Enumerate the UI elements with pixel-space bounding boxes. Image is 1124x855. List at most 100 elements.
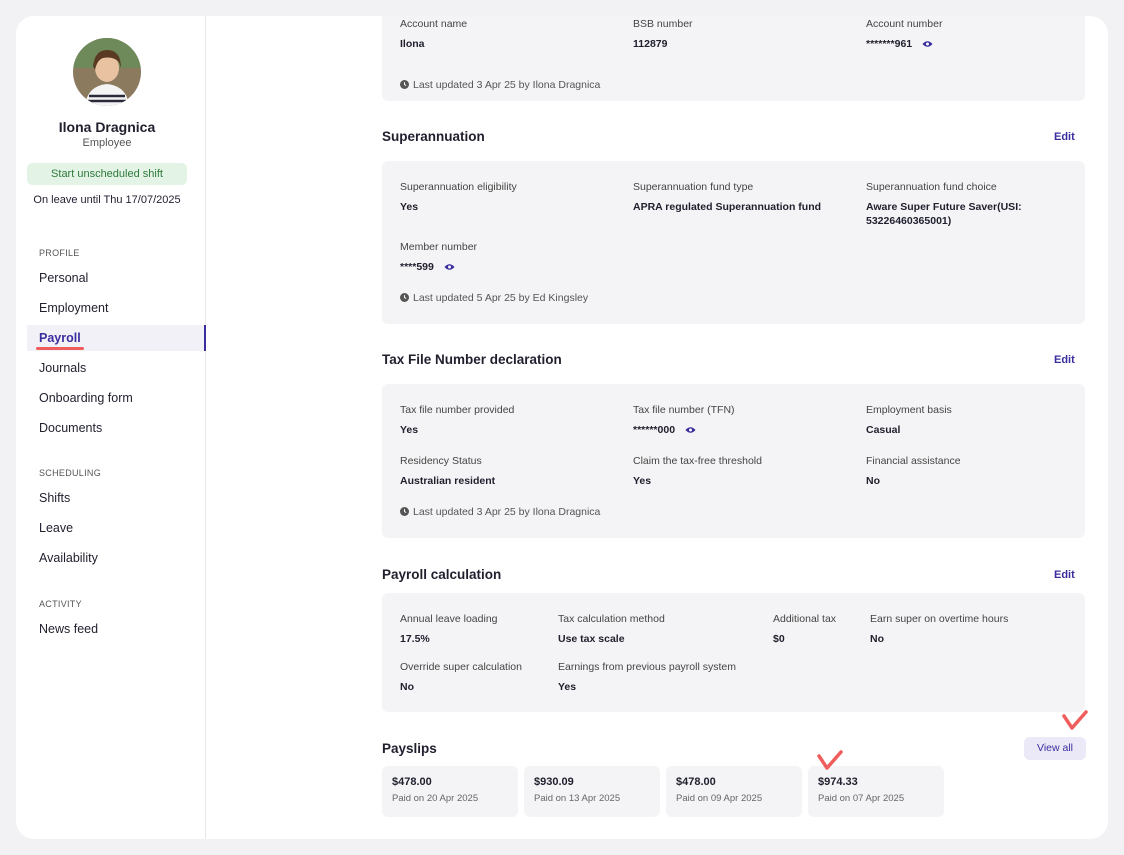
superannuation-title: Superannuation [382, 129, 485, 144]
leave-status: On leave until Thu 17/07/2025 [33, 194, 181, 206]
super-overtime-field: Earn super on overtime hours No [870, 613, 1008, 646]
account-name-field: Account name Ilona [400, 18, 467, 51]
annotation-underline [36, 347, 84, 350]
super-fund-choice-value: Aware Super Future Saver(USI: 5322646036… [866, 201, 1022, 227]
super-overtime-label: Earn super on overtime hours [870, 613, 1009, 625]
nav-item-journals[interactable]: Journals [27, 355, 206, 381]
bsb-field: BSB number 112879 [633, 18, 693, 51]
nav-item-employment[interactable]: Employment [27, 295, 206, 321]
superannuation-card: Superannuation eligibility Yes Superannu… [382, 161, 1085, 324]
residency-field: Residency Status Australian resident [400, 455, 495, 488]
scheduling-section-heading: SCHEDULING [39, 468, 102, 478]
super-fund-choice-label: Superannuation fund choice [866, 181, 997, 193]
additional-tax-field: Additional tax $0 [773, 613, 836, 646]
super-fund-type-field: Superannuation fund type APRA regulated … [633, 181, 821, 214]
view-all-payslips-button[interactable]: View all [1024, 737, 1086, 760]
eye-icon[interactable] [922, 40, 933, 48]
member-number-value: ****599 [400, 261, 434, 273]
tfn-provided-field: Tax file number provided Yes [400, 404, 514, 437]
payslip-amount: $478.00 [392, 776, 432, 788]
eye-icon[interactable] [685, 426, 696, 434]
nav-item-availability[interactable]: Availability [27, 545, 206, 571]
tfn-last-updated: Last updated 3 Apr 25 by Ilona Dragnica [413, 506, 601, 518]
payslip-card[interactable]: $478.00 Paid on 09 Apr 2025 [666, 766, 802, 817]
override-super-value: No [400, 681, 414, 693]
user-name: Ilona Dragnica [58, 119, 156, 135]
residency-value: Australian resident [400, 475, 496, 487]
payslip-amount: $930.09 [534, 776, 574, 788]
tfn-provided-value: Yes [400, 424, 419, 436]
leave-loading-field: Annual leave loading 17.5% [400, 613, 498, 646]
tax-method-value: Use tax scale [558, 633, 625, 645]
tax-method-label: Tax calculation method [558, 613, 665, 625]
super-eligibility-field: Superannuation eligibility Yes [400, 181, 517, 214]
payslips-title: Payslips [382, 741, 437, 756]
payslip-date: Paid on 09 Apr 2025 [676, 793, 763, 804]
tfn-number-label: Tax file number (TFN) [633, 404, 735, 416]
payslip-card[interactable]: $478.00 Paid on 20 Apr 2025 [382, 766, 518, 817]
bank-details-card: Account name Ilona BSB number 112879 Acc… [382, 16, 1085, 101]
employment-basis-label: Employment basis [866, 404, 952, 416]
threshold-field: Claim the tax-free threshold Yes [633, 455, 762, 488]
nav-item-shifts[interactable]: Shifts [27, 485, 206, 511]
financial-assistance-value: No [866, 475, 880, 487]
tfn-title: Tax File Number declaration [382, 352, 562, 367]
clock-icon [400, 507, 409, 516]
checkmark-annotation-icon [817, 750, 843, 770]
profile-section-heading: PROFILE [39, 248, 80, 258]
payslip-date: Paid on 13 Apr 2025 [534, 793, 621, 804]
checkmark-annotation-icon [1062, 710, 1088, 730]
employment-basis-value: Casual [866, 424, 901, 436]
previous-earnings-label: Earnings from previous payroll system [558, 661, 736, 673]
account-name-label: Account name [400, 18, 468, 30]
payslip-date: Paid on 07 Apr 2025 [818, 793, 905, 804]
account-number-value: *******961 [866, 38, 913, 50]
super-fund-choice-field: Superannuation fund choice Aware Super F… [866, 181, 1066, 228]
payslip-date: Paid on 20 Apr 2025 [392, 793, 479, 804]
leave-loading-label: Annual leave loading [400, 613, 498, 625]
nav-item-news-feed[interactable]: News feed [27, 616, 206, 642]
financial-assistance-label: Financial assistance [866, 455, 961, 467]
account-number-field: Account number *******961 [866, 18, 942, 51]
threshold-value: Yes [633, 475, 652, 487]
override-super-label: Override super calculation [400, 661, 522, 673]
app-window: Ilona Dragnica Employee Start unschedule… [16, 16, 1108, 839]
tax-method-field: Tax calculation method Use tax scale [558, 613, 665, 646]
account-number-label: Account number [866, 18, 943, 30]
eye-icon[interactable] [444, 263, 455, 271]
start-unscheduled-shift-button[interactable]: Start unscheduled shift [27, 163, 187, 185]
clock-icon [400, 80, 409, 89]
bsb-label: BSB number [633, 18, 693, 30]
nav-item-onboarding-form[interactable]: Onboarding form [27, 385, 206, 411]
tfn-number-value: ******000 [633, 424, 676, 436]
tfn-card: Tax file number provided Yes Tax file nu… [382, 384, 1085, 538]
payroll-calculation-edit-link[interactable]: Edit [1054, 569, 1075, 581]
threshold-label: Claim the tax-free threshold [633, 455, 762, 467]
account-name-value: Ilona [400, 38, 425, 50]
super-last-updated: Last updated 5 Apr 25 by Ed Kingsley [413, 292, 589, 304]
payslip-card[interactable]: $930.09 Paid on 13 Apr 2025 [524, 766, 660, 817]
nav-item-leave[interactable]: Leave [27, 515, 206, 541]
sidebar: Ilona Dragnica Employee Start unschedule… [16, 16, 206, 839]
employment-basis-field: Employment basis Casual [866, 404, 952, 437]
super-eligibility-label: Superannuation eligibility [400, 181, 517, 193]
superannuation-edit-link[interactable]: Edit [1054, 131, 1075, 143]
bsb-value: 112879 [633, 38, 668, 50]
tfn-edit-link[interactable]: Edit [1054, 354, 1075, 366]
user-role: Employee [82, 137, 132, 149]
financial-assistance-field: Financial assistance No [866, 455, 961, 488]
tfn-provided-label: Tax file number provided [400, 404, 515, 416]
additional-tax-label: Additional tax [773, 613, 837, 625]
avatar [73, 38, 141, 106]
additional-tax-value: $0 [773, 633, 785, 645]
previous-earnings-value: Yes [558, 681, 577, 693]
bank-last-updated: Last updated 3 Apr 25 by Ilona Dragnica [413, 79, 601, 91]
main-content: Account name Ilona BSB number 112879 Acc… [206, 16, 1108, 839]
activity-section-heading: ACTIVITY [39, 599, 82, 609]
member-number-field: Member number ****599 [400, 241, 477, 274]
nav-item-personal[interactable]: Personal [27, 265, 206, 291]
nav-item-documents[interactable]: Documents [27, 415, 206, 441]
clock-icon [400, 293, 409, 302]
payslip-amount: $478.00 [676, 776, 716, 788]
leave-loading-value: 17.5% [400, 633, 430, 645]
